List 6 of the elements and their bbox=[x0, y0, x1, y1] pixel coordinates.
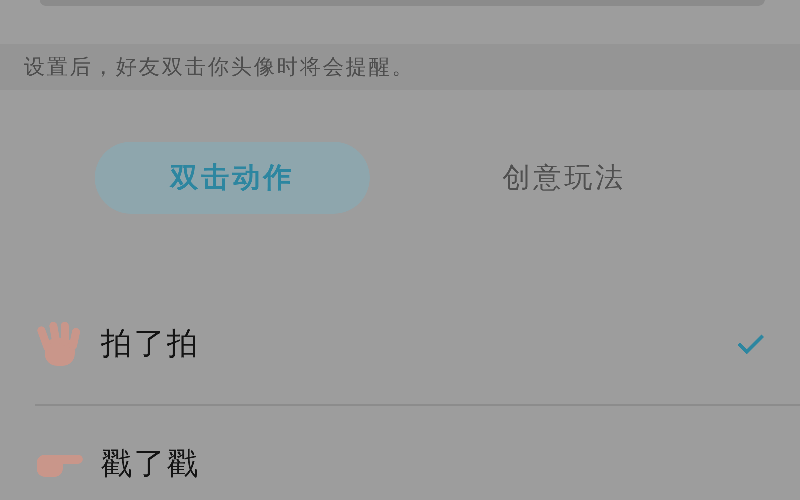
action-item[interactable]: 拍了拍 bbox=[35, 308, 800, 380]
action-item[interactable]: 戳了戳 bbox=[35, 404, 800, 500]
checkmark-icon bbox=[736, 333, 766, 355]
action-label: 拍了拍 bbox=[101, 325, 201, 364]
action-label: 戳了戳 bbox=[101, 445, 201, 484]
hint-text: 设置后，好友双击你头像时将会提醒。 bbox=[24, 54, 415, 82]
